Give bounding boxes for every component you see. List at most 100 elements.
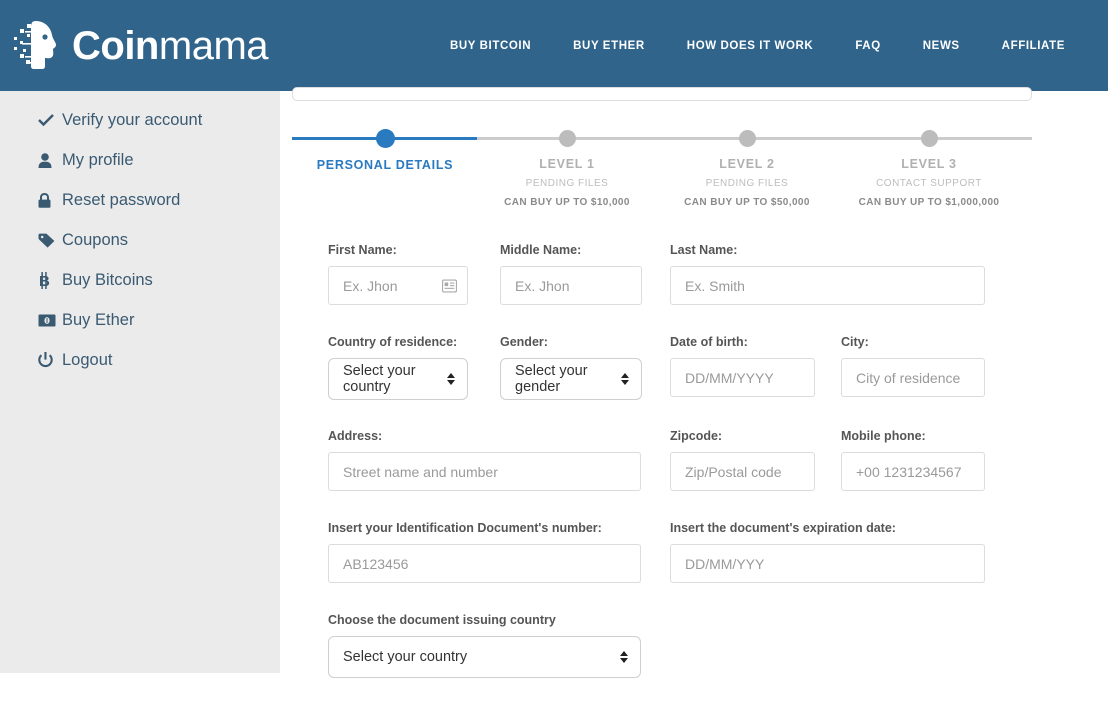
address-label: Address: bbox=[328, 429, 641, 443]
step-title: LEVEL 1 bbox=[477, 157, 657, 171]
svg-text:B: B bbox=[39, 273, 50, 289]
dob-input[interactable]: DD/MM/YYYY bbox=[670, 358, 815, 397]
sidebar-item-label: Coupons bbox=[62, 231, 128, 250]
dob-placeholder: DD/MM/YYYY bbox=[685, 370, 774, 386]
document-number-label: Insert your Identification Document's nu… bbox=[328, 521, 641, 535]
step-level-3[interactable]: LEVEL 3 CONTACT SUPPORT CAN BUY UP TO $1… bbox=[839, 128, 1019, 208]
site-header: Coinmama BUY BITCOIN BUY ETHER HOW DOES … bbox=[0, 0, 1108, 91]
field-zipcode: Zipcode: Zip/Postal code bbox=[670, 429, 815, 491]
field-gender: Gender: Select your gender bbox=[500, 335, 642, 400]
step-dot bbox=[739, 130, 756, 147]
chevron-updown-icon bbox=[620, 651, 628, 663]
document-expiry-placeholder: DD/MM/YYY bbox=[685, 556, 764, 572]
step-dot bbox=[376, 129, 395, 148]
step-personal-details[interactable]: PERSONAL DETAILS bbox=[295, 128, 475, 180]
sidebar-item-label: Buy Bitcoins bbox=[62, 271, 153, 290]
middle-name-input[interactable]: Ex. Jhon bbox=[500, 266, 642, 305]
step-limit: CAN BUY UP TO $1,000,000 bbox=[839, 197, 1019, 208]
field-document-expiry: Insert the document's expiration date: D… bbox=[670, 521, 985, 583]
chevron-updown-icon bbox=[447, 373, 455, 385]
step-title: LEVEL 3 bbox=[839, 157, 1019, 171]
field-city: City: City of residence bbox=[841, 335, 985, 397]
zipcode-input[interactable]: Zip/Postal code bbox=[670, 452, 815, 491]
mobile-label: Mobile phone: bbox=[841, 429, 985, 443]
dob-label: Date of birth: bbox=[670, 335, 815, 349]
nav-faq[interactable]: FAQ bbox=[834, 40, 901, 52]
field-mobile-phone: Mobile phone: +00 1231234567 bbox=[841, 429, 985, 491]
first-name-placeholder: Ex. Jhon bbox=[343, 278, 397, 294]
document-expiry-label: Insert the document's expiration date: bbox=[670, 521, 985, 535]
logo-text-bold: Coin bbox=[72, 24, 159, 68]
nav-affiliate[interactable]: AFFILIATE bbox=[981, 40, 1086, 52]
step-subtitle: PENDING FILES bbox=[657, 178, 837, 189]
document-expiry-input[interactable]: DD/MM/YYY bbox=[670, 544, 985, 583]
tag-icon bbox=[38, 233, 60, 248]
country-label: Country of residence: bbox=[328, 335, 468, 349]
power-icon bbox=[38, 352, 60, 368]
mobile-input[interactable]: +00 1231234567 bbox=[841, 452, 985, 491]
sidebar-item-label: Verify your account bbox=[62, 111, 202, 130]
country-select[interactable]: Select your country bbox=[328, 358, 468, 400]
sidebar-item-my-profile[interactable]: My profile bbox=[0, 140, 280, 180]
sidebar-item-verify-account[interactable]: Verify your account bbox=[0, 100, 280, 140]
issuing-country-selected-value: Select your country bbox=[343, 649, 467, 665]
logo-text: Coinmama bbox=[72, 26, 268, 66]
step-limit: CAN BUY UP TO $50,000 bbox=[657, 197, 837, 208]
field-country-of-residence: Country of residence: Select your countr… bbox=[328, 335, 468, 400]
step-dot bbox=[559, 130, 576, 147]
middle-name-placeholder: Ex. Jhon bbox=[515, 278, 569, 294]
last-name-label: Last Name: bbox=[670, 243, 985, 257]
sidebar: Verify your account My profile Reset pas… bbox=[0, 91, 280, 673]
field-issuing-country: Choose the document issuing country Sele… bbox=[328, 613, 641, 678]
form-row-address: Address: Street name and number Zipcode:… bbox=[328, 429, 1068, 499]
mobile-placeholder: +00 1231234567 bbox=[856, 464, 962, 480]
first-name-input[interactable]: Ex. Jhon bbox=[328, 266, 468, 305]
issuing-country-select[interactable]: Select your country bbox=[328, 636, 641, 678]
step-subtitle: PENDING FILES bbox=[477, 178, 657, 189]
sidebar-item-label: Logout bbox=[62, 351, 112, 370]
personal-details-form: First Name: Ex. Jhon Middle Name: Ex. Jh… bbox=[328, 243, 1068, 707]
sidebar-item-label: Reset password bbox=[62, 191, 180, 210]
last-name-input[interactable]: Ex. Smith bbox=[670, 266, 985, 305]
step-level-2[interactable]: LEVEL 2 PENDING FILES CAN BUY UP TO $50,… bbox=[657, 128, 837, 208]
form-row-names: First Name: Ex. Jhon Middle Name: Ex. Jh… bbox=[328, 243, 1068, 313]
field-first-name: First Name: Ex. Jhon bbox=[328, 243, 468, 305]
step-level-1[interactable]: LEVEL 1 PENDING FILES CAN BUY UP TO $10,… bbox=[477, 128, 657, 208]
sidebar-item-reset-password[interactable]: Reset password bbox=[0, 180, 280, 220]
form-row-issuing-country: Choose the document issuing country Sele… bbox=[328, 613, 1068, 685]
gender-selected-value: Select your gender bbox=[515, 363, 627, 395]
nav-how-does-it-work[interactable]: HOW DOES IT WORK bbox=[666, 40, 835, 52]
banknote-icon bbox=[38, 314, 60, 327]
address-placeholder: Street name and number bbox=[343, 464, 498, 480]
document-number-input[interactable]: AB123456 bbox=[328, 544, 641, 583]
gender-label: Gender: bbox=[500, 335, 642, 349]
issuing-country-label: Choose the document issuing country bbox=[328, 613, 641, 627]
country-selected-value: Select your country bbox=[343, 363, 453, 395]
nav-buy-bitcoin[interactable]: BUY BITCOIN bbox=[429, 40, 552, 52]
field-middle-name: Middle Name: Ex. Jhon bbox=[500, 243, 642, 305]
main-navigation: BUY BITCOIN BUY ETHER HOW DOES IT WORK F… bbox=[429, 40, 1086, 52]
last-name-placeholder: Ex. Smith bbox=[685, 278, 745, 294]
main-content: PERSONAL DETAILS LEVEL 1 PENDING FILES C… bbox=[280, 91, 1108, 673]
nav-buy-ether[interactable]: BUY ETHER bbox=[552, 40, 666, 52]
sidebar-item-coupons[interactable]: Coupons bbox=[0, 220, 280, 260]
sidebar-item-logout[interactable]: Logout bbox=[0, 340, 280, 380]
contact-card-autofill-icon[interactable] bbox=[442, 279, 457, 292]
sidebar-item-buy-ether[interactable]: Buy Ether bbox=[0, 300, 280, 340]
zipcode-label: Zipcode: bbox=[670, 429, 815, 443]
sidebar-item-buy-bitcoins[interactable]: B Buy Bitcoins bbox=[0, 260, 280, 300]
step-subtitle: CONTACT SUPPORT bbox=[839, 178, 1019, 189]
step-title: LEVEL 2 bbox=[657, 157, 837, 171]
zipcode-placeholder: Zip/Postal code bbox=[685, 464, 782, 480]
gender-select[interactable]: Select your gender bbox=[500, 358, 642, 400]
city-input[interactable]: City of residence bbox=[841, 358, 985, 397]
field-document-number: Insert your Identification Document's nu… bbox=[328, 521, 641, 583]
middle-name-label: Middle Name: bbox=[500, 243, 642, 257]
logo[interactable]: Coinmama bbox=[12, 17, 268, 75]
document-number-placeholder: AB123456 bbox=[343, 556, 408, 572]
bitcoin-icon: B bbox=[38, 272, 60, 289]
field-last-name: Last Name: Ex. Smith bbox=[670, 243, 985, 305]
address-input[interactable]: Street name and number bbox=[328, 452, 641, 491]
sidebar-item-label: My profile bbox=[62, 151, 134, 170]
nav-news[interactable]: NEWS bbox=[902, 40, 981, 52]
